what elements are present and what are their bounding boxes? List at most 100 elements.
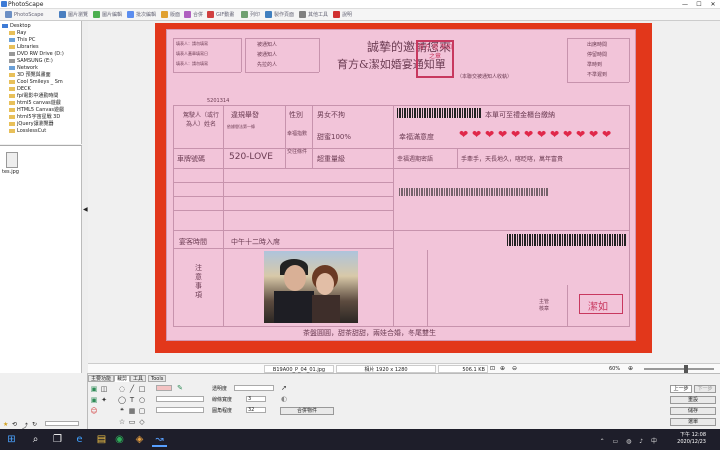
rounded-rect-icon[interactable]: ▭ <box>128 418 136 426</box>
tree-node[interactable]: LosslessCut <box>9 128 46 134</box>
opacity-slider[interactable] <box>234 385 274 391</box>
rectangle-icon[interactable]: □ <box>138 385 146 393</box>
back-icon[interactable]: ⟲ <box>12 421 17 428</box>
thumb-size-slider[interactable] <box>45 421 79 426</box>
collapse-arrow-icon[interactable]: ◀ <box>83 206 88 213</box>
quote-icon[interactable]: ❝ <box>118 407 126 415</box>
fit-icon[interactable]: ⊡ <box>490 365 495 372</box>
square-icon[interactable]: ▢ <box>138 407 146 415</box>
star-icon[interactable]: ★ <box>3 421 8 428</box>
tree-node[interactable]: html5 canvas遊戲 <box>9 100 61 106</box>
tab-tools[interactable]: 工具 <box>130 375 147 382</box>
tree-node[interactable]: Libraries <box>9 44 39 50</box>
eyedropper-icon[interactable]: ✎ <box>176 384 184 392</box>
tab-help[interactable]: 說明 <box>330 10 355 20</box>
folder-icon <box>9 100 15 105</box>
select-icon[interactable]: ◌ <box>118 385 126 393</box>
tree-node[interactable]: SAMSUNG (E:) <box>9 58 53 64</box>
star-shape-icon[interactable]: ☆ <box>118 418 126 426</box>
tab-tools-en[interactable]: Tools <box>148 375 167 382</box>
zoom-icon[interactable]: ⊕ <box>500 365 505 372</box>
tree-node[interactable]: jQuery讓瀏覽器 <box>9 121 54 127</box>
opacity-label: 透明度 <box>212 386 228 392</box>
tree-node[interactable]: DVD RW Drive (D:) <box>9 51 64 57</box>
drive-icon <box>9 58 15 63</box>
reset-button[interactable]: 重設 <box>670 396 716 404</box>
heart-icon: ❤ <box>524 128 534 141</box>
minimize-icon[interactable]: — <box>678 0 692 9</box>
heart-icon: ❤ <box>550 128 560 141</box>
save-button[interactable]: 儲存 <box>670 407 716 415</box>
icon-library-icon[interactable]: ☺ <box>90 407 98 415</box>
frame-icon[interactable]: ◫ <box>100 385 108 393</box>
menu-button[interactable]: 選單 <box>670 418 716 426</box>
search-icon[interactable]: ⌕ <box>28 432 43 447</box>
dash-style-select[interactable] <box>156 407 204 413</box>
file-explorer-icon[interactable]: ▤ <box>94 432 109 447</box>
computer-icon <box>9 37 15 42</box>
radius-label: 圓角程度 <box>212 408 233 414</box>
line-style-select[interactable] <box>156 396 204 402</box>
tree-node[interactable]: Ray <box>9 30 26 36</box>
tab-print[interactable]: 列印 <box>238 10 263 20</box>
chrome-icon[interactable]: ◉ <box>112 432 127 447</box>
refresh-icon[interactable]: ↻ <box>32 421 37 428</box>
magic-icon[interactable]: ✦ <box>100 396 108 404</box>
card-small-text: 填表人蓋章填寫日 <box>176 51 208 56</box>
zoom-in-icon[interactable]: ⊕ <box>628 365 633 372</box>
tree-node[interactable]: Desktop <box>2 23 31 29</box>
tab-tools[interactable]: 其他工具 <box>296 10 331 20</box>
system-tray-icons[interactable]: ⌃ ▭ ◍ ♪ 中 <box>600 436 660 445</box>
tab-page[interactable]: 版面 <box>158 10 183 20</box>
tab-crop[interactable]: 裁剪 <box>114 375 131 382</box>
tab-editor[interactable]: 圖片編輯 <box>90 10 125 20</box>
edge-icon[interactable]: e <box>72 432 87 447</box>
tab-splitter[interactable]: 製作頁面 <box>262 10 297 20</box>
maximize-icon[interactable]: ☐ <box>692 0 706 9</box>
tree-node[interactable]: html5宇宙星戰 3D <box>9 114 60 120</box>
object-tool-icon[interactable]: ◐ <box>280 395 288 403</box>
barcode <box>507 234 627 246</box>
tree-node[interactable]: 3D 預覽與畫面 <box>9 72 51 78</box>
text-icon[interactable]: T <box>128 396 136 404</box>
zoom-out-icon[interactable]: ⊖ <box>512 365 517 372</box>
tree-node[interactable]: DECK <box>9 86 31 92</box>
ellipse-icon[interactable]: ○ <box>138 396 146 404</box>
close-icon[interactable]: ✕ <box>706 0 720 9</box>
zoom-slider-track[interactable] <box>644 368 714 370</box>
file-thumbnail[interactable] <box>6 152 18 168</box>
clock[interactable]: 下午 12:08 2020/12/23 <box>677 432 706 446</box>
line-icon[interactable]: ╱ <box>128 385 136 393</box>
undo-button[interactable]: 上一步 <box>670 385 692 393</box>
redo-button[interactable]: 下一步 <box>694 385 716 393</box>
zoom-slider-thumb[interactable] <box>684 365 688 373</box>
tree-node[interactable]: HTML5 Canvas遊戲 <box>9 107 64 113</box>
shape-icon[interactable]: ◇ <box>138 418 146 426</box>
tab-gif[interactable]: GIF動畫 <box>204 10 237 20</box>
tree-node[interactable]: Cool Smileys _ Sm <box>9 79 63 85</box>
tree-node[interactable]: Network <box>9 65 38 71</box>
tree-node[interactable]: This PC <box>9 37 35 43</box>
merge-objects-button[interactable]: 合併物件 <box>280 407 334 415</box>
radius-field[interactable]: 32 <box>246 407 266 413</box>
color-swatch[interactable] <box>156 385 172 391</box>
photoscape-taskbar-icon[interactable]: ↝ <box>152 432 167 447</box>
tree-node[interactable]: fpi電影中通勤時間 <box>9 93 58 99</box>
pointer-icon[interactable]: ➚ <box>280 384 288 392</box>
start-icon[interactable]: ⊞ <box>4 432 19 447</box>
photo-icon[interactable]: ▣ <box>90 396 98 404</box>
tab-viewer[interactable]: 圖片瀏覽 <box>56 10 91 20</box>
tab-batch[interactable]: 批次編輯 <box>124 10 159 20</box>
photo-icon[interactable]: ▣ <box>90 385 98 393</box>
tab-photoscape[interactable]: PhotoScape <box>2 10 47 20</box>
task-view-icon[interactable]: ❐ <box>50 432 65 447</box>
module-icon <box>5 11 12 18</box>
tab-combine[interactable]: 合併 <box>181 10 206 20</box>
photo-content-card[interactable]: 填表人：請勿填寫 填表人蓋章填寫日 填表人：請勿填寫 被通知人 被通知人 先拉的… <box>166 29 636 341</box>
line-width-field[interactable]: 3 <box>246 396 266 402</box>
tab-home[interactable]: 主要功能 <box>88 375 115 382</box>
photos-app-icon[interactable]: ◈ <box>132 432 147 447</box>
clock-date: 2020/12/23 <box>677 439 706 445</box>
balloon-icon[interactable]: ◯ <box>118 396 126 404</box>
mosaic-icon[interactable]: ▦ <box>128 407 136 415</box>
